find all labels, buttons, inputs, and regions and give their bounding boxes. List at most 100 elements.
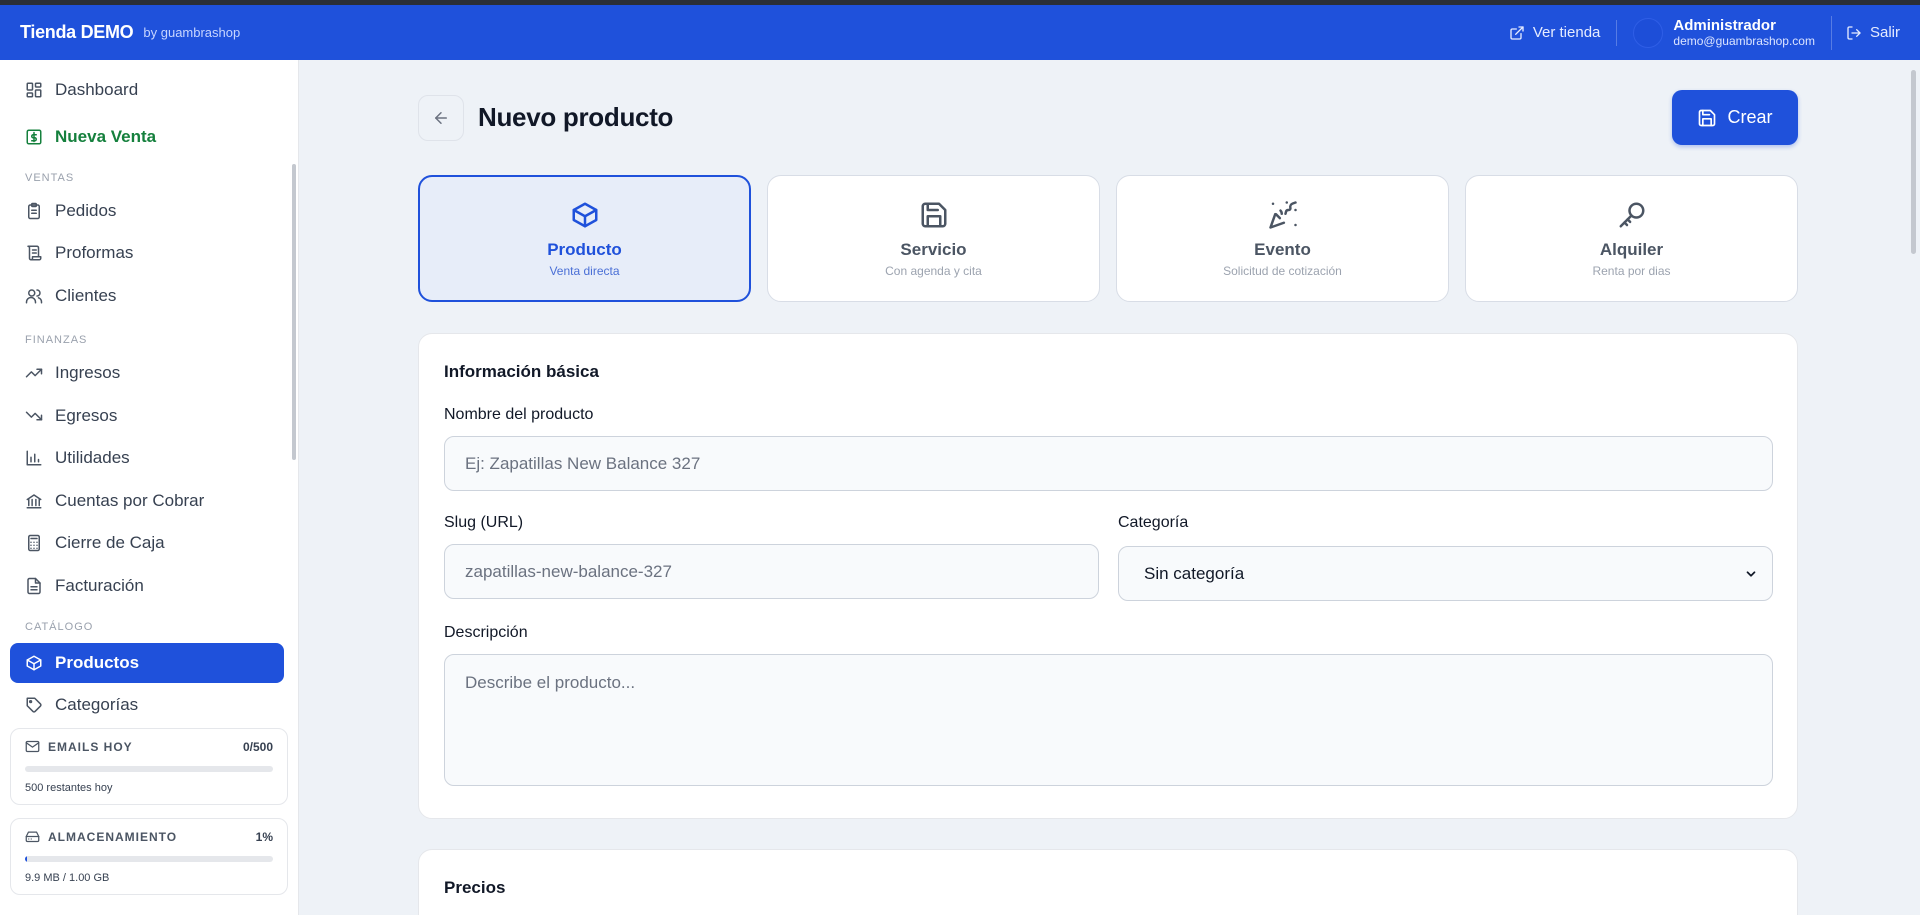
sidebar-item-label: Dashboard [55,80,139,99]
description-label: Descripción [444,624,528,641]
clipboard-icon [28,202,40,220]
sidebar-item-receivables[interactable]: Cuentas por Cobrar [10,481,284,521]
category-select[interactable]: Sin categoría [1118,546,1773,601]
external-link-icon [1510,25,1524,40]
top-bar: Tienda DEMO by guambrashop Ver tienda Ad… [0,5,1920,60]
basic-info-panel: Información básica Nombre del producto E… [418,333,1798,819]
back-button[interactable] [418,95,464,141]
type-card-evento[interactable]: Evento Solicitud de cotización [1116,175,1449,302]
arrow-left-icon [435,112,447,124]
box-icon [26,655,42,671]
hard-drive-icon [25,831,40,843]
dollar-square-icon [26,129,42,145]
sidebar-item-label: Nueva Venta [55,127,157,146]
logout-label: Salir [1869,24,1900,41]
calculator-icon [28,534,40,552]
user-email: demo@guambrashop.com [1673,33,1815,48]
sidebar-item-label: Proformas [55,243,134,262]
section-finanzas: FINANZAS [25,334,88,346]
trending-down-icon [25,411,43,421]
sidebar-item-label: Ingresos [55,363,121,382]
sidebar-item-products[interactable]: Productos [10,643,284,683]
section-catalogo: CATÁLOGO [25,621,94,633]
storage-label: ALMACENAMIENTO [48,829,178,844]
type-card-producto[interactable]: Producto Venta directa [418,175,751,302]
brand-subtitle: by guambrashop [143,25,241,40]
sidebar-scrollbar[interactable] [292,164,296,460]
sidebar-item-label: Pedidos [55,201,117,220]
type-title: Evento [1254,239,1311,259]
sidebar-item-label: Cierre de Caja [55,533,165,552]
sidebar-item-proformas[interactable]: Proformas [10,233,284,273]
mail-icon [25,740,40,753]
page-scrollbar[interactable] [1911,70,1916,254]
sidebar-item-expenses[interactable]: Egresos [10,396,284,436]
storage-usage-widget: ALMACENAMIENTO 1% 9.9 MB / 1.00 GB [10,818,288,895]
sidebar-item-orders[interactable]: Pedidos [10,191,284,231]
key-icon [1619,202,1644,227]
type-title: Servicio [900,239,967,259]
emails-remaining: 500 restantes hoy [25,782,113,794]
user-menu[interactable]: Administrador demo@guambrashop.com [1617,15,1832,50]
storage-usage-text: 9.9 MB / 1.00 GB [25,872,110,884]
avatar [1633,17,1664,48]
sidebar-item-income[interactable]: Ingresos [10,353,284,393]
type-subtitle: Solicitud de cotización [1223,263,1342,278]
storage-progress-fill [25,856,28,862]
page-title: Nuevo producto [478,102,674,132]
sidebar-item-cash-closing[interactable]: Cierre de Caja [10,523,284,563]
logout-button[interactable]: Salir [1832,24,1900,41]
type-subtitle: Con agenda y cita [885,263,982,278]
trending-up-icon [25,368,43,378]
view-store-label: Ver tienda [1532,24,1601,41]
sidebar-item-categories[interactable]: Categorías [10,685,284,725]
sidebar-item-label: Facturación [55,576,144,595]
basic-info-title: Información básica [444,362,599,381]
product-name-label: Nombre del producto [444,406,594,423]
sidebar-item-billing[interactable]: Facturación [10,566,284,606]
user-name: Administrador [1673,16,1776,34]
sidebar-item-label: Utilidades [55,448,130,467]
scroll-icon [27,245,42,261]
sidebar-item-dashboard[interactable]: Dashboard [10,70,284,110]
save-icon [921,202,946,227]
type-title: Alquiler [1599,239,1664,259]
storage-percent: 1% [255,829,273,844]
storage-progress-bar [25,856,273,862]
type-subtitle: Venta directa [549,263,620,278]
tag-icon [26,697,42,713]
party-popper-icon [1268,200,1297,229]
emails-usage-widget: EMAILS HOY 0/500 500 restantes hoy [10,728,288,805]
create-button[interactable]: Crear [1672,90,1798,145]
box-icon [572,202,597,227]
main-content: Nuevo producto Crear Producto Venta dire… [300,60,1920,915]
create-label: Crear [1727,107,1773,127]
chevron-down-icon [1746,571,1756,577]
sidebar-item-label: Clientes [55,286,117,305]
sidebar-item-clients[interactable]: Clientes [10,276,284,316]
bar-chart-icon [26,450,42,466]
store-brand[interactable]: Tienda DEMO [20,22,134,43]
type-title: Producto [547,239,622,259]
save-icon [1699,109,1716,126]
type-card-alquiler[interactable]: Alquiler Renta por dias [1465,175,1798,302]
slug-label: Slug (URL) [444,514,524,531]
sidebar-item-profits[interactable]: Utilidades [10,438,284,478]
logout-icon [1847,25,1861,40]
sidebar-item-new-sale[interactable]: Nueva Venta [10,117,284,157]
sidebar-item-label: Cuentas por Cobrar [55,491,205,510]
view-store-link[interactable]: Ver tienda [1509,19,1618,46]
type-card-servicio[interactable]: Servicio Con agenda y cita [767,175,1100,302]
emails-count: 0/500 [242,739,273,754]
sidebar-item-label: Categorías [55,695,139,714]
prices-panel: Precios [418,849,1798,915]
category-label: Categoría [1118,514,1189,531]
product-name-input[interactable]: Ej: Zapatillas New Balance 327 [444,436,1773,491]
sidebar-item-label: Productos [55,653,140,672]
bank-icon [26,494,42,509]
dashboard-icon [26,82,42,98]
description-textarea[interactable]: Describe el producto... [444,654,1773,786]
emails-progress-bar [25,766,273,772]
slug-input[interactable]: zapatillas-new-balance-327 [444,544,1099,599]
category-selected-value: Sin categoría [1144,563,1245,583]
